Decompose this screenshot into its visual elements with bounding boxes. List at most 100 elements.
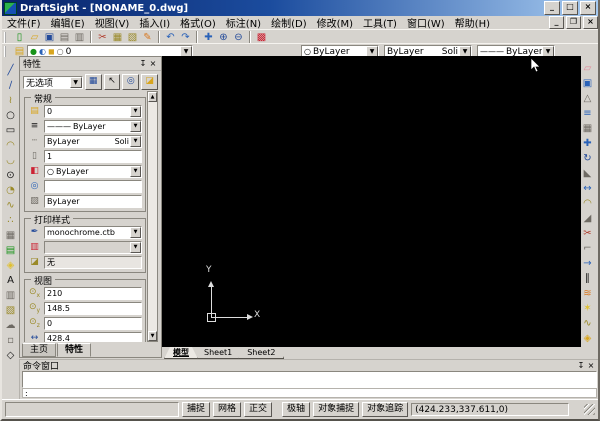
boundary-tool-icon[interactable]: ▫ (3, 334, 18, 347)
close-icon[interactable]: × (586, 360, 596, 371)
chevron-down-icon[interactable]: ▼ (130, 135, 141, 147)
spline-tool-icon[interactable]: ∿ (3, 199, 18, 212)
note-tool-icon[interactable]: ▥ (3, 289, 18, 302)
mdi-close-button[interactable]: × (583, 16, 598, 29)
highlight-button[interactable]: ◪ (141, 74, 159, 90)
minimize-button[interactable]: _ (544, 1, 560, 15)
quick-select-button[interactable]: ◎ (122, 74, 140, 90)
entity-properties-tool-icon[interactable]: ◈ (580, 332, 595, 345)
edit-polyline-tool-icon[interactable]: ∿ (580, 317, 595, 330)
pan-icon[interactable]: ✚ (201, 31, 216, 44)
undo-icon[interactable]: ↶ (163, 31, 178, 44)
tab-properties[interactable]: 特性 (57, 343, 92, 357)
format-painter-icon[interactable]: ✎ (140, 31, 155, 44)
pattern-tool-icon[interactable]: ▦ (580, 122, 595, 135)
menu-format[interactable]: 格式(O) (175, 15, 221, 30)
print-style-table-field[interactable]: monochrome.ctb ▼ (44, 225, 142, 239)
menu-insert[interactable]: 插入(I) (134, 15, 175, 30)
circle-tool-icon[interactable]: ○ (3, 109, 18, 122)
grid-select-button[interactable]: ▦ (84, 74, 102, 90)
open-icon[interactable]: ▱ (27, 31, 42, 44)
view-center-y-field[interactable]: 148.5 (44, 301, 142, 315)
trim-tool-icon[interactable]: ✂ (580, 227, 595, 240)
tab-sheet2[interactable]: Sheet2 (238, 347, 284, 359)
mdi-restore-button[interactable]: ❐ (566, 16, 581, 29)
properties-painter-icon[interactable]: ▩ (254, 31, 269, 44)
extend-tool-icon[interactable]: → (580, 257, 595, 270)
menu-view[interactable]: 视图(V) (90, 15, 135, 30)
menu-dimension[interactable]: 标注(N) (221, 15, 266, 30)
stretch-tool-icon[interactable]: ↔ (580, 182, 595, 195)
split-tool-icon[interactable]: ∥ (580, 272, 595, 285)
selection-combo[interactable]: 无选项 ▼ (23, 75, 83, 89)
menu-edit[interactable]: 编辑(E) (46, 15, 90, 30)
rotate-tool-icon[interactable]: ↻ (580, 152, 595, 165)
grid-toggle[interactable]: 网格 (213, 402, 242, 417)
save-icon[interactable]: ▣ (42, 31, 57, 44)
chevron-down-icon[interactable]: ▼ (130, 105, 141, 117)
weld-tool-icon[interactable]: ≋ (580, 287, 595, 300)
chevron-down-icon[interactable]: ▼ (130, 165, 141, 177)
chevron-down-icon[interactable]: ▼ (130, 226, 141, 238)
toolbar-grip[interactable] (4, 46, 9, 57)
scroll-down-icon[interactable]: ▼ (148, 331, 157, 341)
tab-sheet1[interactable]: Sheet1 (195, 347, 241, 359)
scroll-up-icon[interactable]: ▲ (148, 92, 157, 102)
text-tool-icon[interactable]: A (3, 274, 18, 287)
linestyle-field[interactable]: ByLayer Soli ▼ (44, 134, 142, 148)
view-width-field[interactable]: 428.4 (44, 331, 142, 342)
menu-draw[interactable]: 绘制(D) (266, 15, 312, 30)
copy-icon[interactable]: ▦ (110, 31, 125, 44)
view-center-z-field[interactable]: 0 (44, 316, 142, 330)
tab-model[interactable]: 模型 (164, 347, 198, 359)
layer-field[interactable]: 0 ▼ (44, 104, 142, 118)
zoom-out-icon[interactable]: ⊖ (231, 31, 246, 44)
line-tool-icon[interactable]: ╱ (3, 64, 18, 77)
zoom-in-icon[interactable]: ⊕ (216, 31, 231, 44)
menu-file[interactable]: 文件(F) (2, 15, 46, 30)
chevron-down-icon[interactable]: ▼ (69, 76, 82, 88)
hyperlink-field[interactable] (44, 179, 142, 193)
arc-tool-icon[interactable]: ◠ (3, 139, 18, 152)
region-tool-icon[interactable]: ▤ (3, 244, 18, 257)
mdi-minimize-button[interactable]: _ (549, 16, 564, 29)
print-preview-icon[interactable]: ▥ (72, 31, 87, 44)
explode-tool-icon[interactable]: ✶ (580, 302, 595, 315)
infinite-line-tool-icon[interactable]: ∕ (3, 79, 18, 92)
image-tool-icon[interactable]: ▧ (3, 304, 18, 317)
close-button[interactable]: × (580, 1, 596, 15)
etrack-toggle[interactable]: 对象追踪 (362, 402, 409, 417)
polyline-tool-icon[interactable]: ≀ (3, 94, 18, 107)
command-input[interactable]: : (22, 388, 597, 398)
menu-window[interactable]: 窗口(W) (402, 15, 450, 30)
command-history[interactable] (22, 371, 597, 388)
menu-tools[interactable]: 工具(T) (358, 15, 402, 30)
tab-home[interactable]: 主页 (22, 343, 57, 357)
maximize-button[interactable]: □ (562, 1, 578, 15)
transparency-field[interactable]: ByLayer (44, 194, 142, 208)
resize-grip[interactable] (584, 404, 595, 415)
point-tool-icon[interactable]: ∴ (3, 214, 18, 227)
ellipse-tool-icon[interactable]: ⊙ (3, 169, 18, 182)
cut-icon[interactable]: ✂ (95, 31, 110, 44)
hatch-tool-icon[interactable]: ▦ (3, 229, 18, 242)
power-trim-tool-icon[interactable]: ⌐ (580, 242, 595, 255)
ortho-toggle[interactable]: 正交 (244, 402, 273, 417)
pin-icon[interactable]: ↧ (576, 360, 586, 371)
polygon-tool-icon[interactable]: ◇ (3, 349, 18, 362)
lineweight-field[interactable]: ——— ByLayer ▼ (44, 119, 142, 133)
chevron-down-icon[interactable]: ▼ (130, 120, 141, 132)
view-center-x-field[interactable]: 210 (44, 286, 142, 300)
move-tool-icon[interactable]: ✚ (580, 137, 595, 150)
insert-block-tool-icon[interactable]: ◈ (3, 259, 18, 272)
cloud-tool-icon[interactable]: ☁ (3, 319, 18, 332)
scale-tool-icon[interactable]: ◣ (580, 167, 595, 180)
redo-icon[interactable]: ↷ (178, 31, 193, 44)
esnap-toggle[interactable]: 对象捕捉 (313, 402, 360, 417)
print-icon[interactable]: ▤ (57, 31, 72, 44)
new-icon[interactable]: ▯ (12, 31, 27, 44)
drawing-canvas[interactable]: Y X (162, 56, 581, 347)
pin-icon[interactable]: ↧ (138, 58, 148, 69)
offset-tool-icon[interactable]: ≡ (580, 107, 595, 120)
linescale-field[interactable]: 1 (44, 149, 142, 163)
